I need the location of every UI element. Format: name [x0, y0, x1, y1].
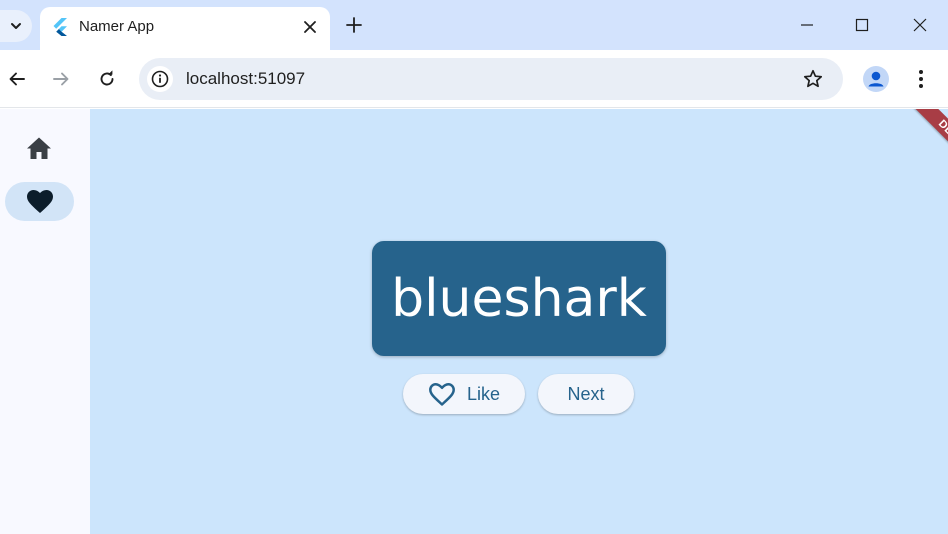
reload-button[interactable] [94, 66, 120, 92]
chevron-down-icon [11, 23, 21, 29]
home-icon [27, 137, 51, 159]
next-button[interactable]: Next [538, 374, 634, 414]
like-button-label: Like [466, 383, 501, 404]
tab-close-button[interactable] [299, 16, 321, 38]
browser-toolbar: localhost:51097 [0, 50, 948, 108]
address-url: localhost:51097 [186, 69, 306, 88]
debug-banner: DEBUG [906, 109, 948, 186]
forward-button[interactable] [48, 66, 74, 92]
arrow-left-icon [9, 72, 25, 86]
nav-home[interactable] [24, 134, 54, 162]
tab-title: Namer App [79, 18, 155, 35]
word-pair-card: blueshark [372, 241, 666, 356]
word-pair-text: blueshark [391, 268, 647, 329]
navigation-rail [0, 109, 90, 534]
browser-tab-strip: Namer App [0, 0, 948, 50]
flutter-logo-icon [53, 18, 67, 36]
next-button-label: Next [567, 383, 605, 404]
app-viewport: blueshark Like Next DEBUG [0, 109, 948, 534]
new-tab-button[interactable] [342, 13, 366, 37]
close-icon [913, 18, 927, 32]
person-icon [868, 71, 884, 87]
favorite-border-icon [428, 381, 456, 407]
tab-search-button[interactable] [0, 10, 32, 42]
close-icon [304, 21, 316, 33]
plus-icon [346, 17, 362, 33]
generator-page: blueshark Like Next DEBUG [90, 109, 948, 534]
maximize-icon [855, 18, 869, 32]
site-info-button[interactable] [147, 66, 173, 92]
back-button[interactable] [4, 66, 30, 92]
favorite-icon [26, 190, 53, 213]
bookmark-button[interactable] [801, 67, 825, 91]
info-icon [151, 70, 169, 88]
window-close-button[interactable] [907, 12, 933, 38]
arrow-right-icon [53, 72, 69, 86]
star-icon [803, 69, 823, 88]
minimize-icon [801, 24, 813, 26]
address-bar[interactable]: localhost:51097 [139, 58, 843, 100]
nav-favorites[interactable] [5, 182, 74, 221]
profile-avatar[interactable] [863, 66, 889, 92]
browser-menu-button[interactable] [908, 66, 934, 92]
minimize-button[interactable] [794, 12, 820, 38]
more-vert-icon [919, 70, 923, 88]
maximize-button[interactable] [849, 12, 875, 38]
reload-icon [100, 70, 114, 86]
like-button[interactable]: Like [403, 374, 525, 414]
browser-tab[interactable]: Namer App [40, 7, 330, 50]
